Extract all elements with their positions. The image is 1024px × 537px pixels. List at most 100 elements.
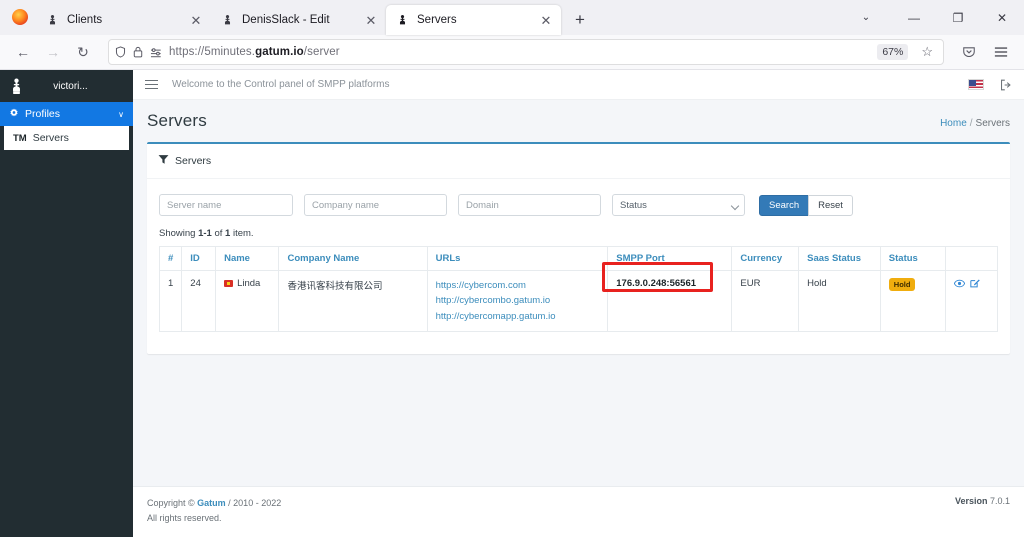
- panel-title: Servers: [175, 155, 212, 167]
- avatar: [6, 74, 26, 98]
- sidebar-user[interactable]: victori...: [0, 70, 133, 102]
- cell-status: Hold: [879, 269, 947, 333]
- shield-icon[interactable]: [115, 46, 126, 58]
- cell-currency: EUR: [731, 269, 800, 333]
- main-content: Welcome to the Control panel of SMPP pla…: [133, 70, 1024, 537]
- edit-icon[interactable]: [970, 278, 980, 288]
- url-domain: gatum.io: [255, 46, 304, 58]
- tab-label: Clients: [67, 14, 103, 26]
- cn-flag-icon: [224, 279, 234, 287]
- logout-icon[interactable]: [1000, 79, 1012, 91]
- status-select[interactable]: Status: [612, 194, 745, 216]
- permissions-icon[interactable]: [150, 47, 162, 58]
- servers-panel: Servers Status Search Res: [147, 142, 1010, 355]
- tab-close-icon[interactable]: ✕: [537, 11, 555, 29]
- sidebar-username: victori...: [53, 80, 88, 92]
- new-tab-button[interactable]: +: [567, 7, 593, 33]
- url-link[interactable]: https://cybercom.com: [436, 278, 600, 293]
- breadcrumb-separator: /: [969, 118, 973, 129]
- browser-tab-clients[interactable]: Clients ✕: [36, 5, 211, 35]
- window-maximize-button[interactable]: ❐: [936, 0, 980, 35]
- gatum-link[interactable]: Gatum: [197, 498, 226, 508]
- servers-icon: [158, 152, 169, 170]
- column-header-saas-status[interactable]: Saas Status: [798, 246, 881, 271]
- breadcrumb-home-link[interactable]: Home: [940, 118, 967, 129]
- servers-table: # ID Name Company Name URLs SMPP Port Cu…: [158, 246, 998, 333]
- cell-name: Linda: [215, 269, 280, 333]
- copyright-prefix: Copyright ©: [147, 497, 198, 508]
- column-header-id[interactable]: ID: [181, 246, 217, 271]
- showing-range: 1-1: [198, 228, 212, 239]
- app-topbar: Welcome to the Control panel of SMPP pla…: [133, 70, 1024, 100]
- welcome-text: Welcome to the Control panel of SMPP pla…: [172, 79, 390, 90]
- browser-tab-denisslack[interactable]: DenisSlack - Edit ✕: [211, 5, 386, 35]
- column-header-number[interactable]: #: [158, 246, 183, 271]
- table-row[interactable]: 1 24 Linda 香港讯客科技有限公司 https://cybercom.c…: [158, 262, 998, 333]
- url-bar[interactable]: https://5minutes.gatum.io/server 67% ☆: [108, 39, 944, 65]
- tab-close-icon[interactable]: ✕: [362, 11, 380, 29]
- view-icon[interactable]: [954, 279, 966, 288]
- column-header-smpp-port[interactable]: SMPP Port: [607, 246, 733, 271]
- us-flag-icon[interactable]: [968, 79, 984, 90]
- status-select-wrapper: Status: [612, 194, 745, 216]
- sidebar-subitem-prefix: TM: [13, 132, 27, 144]
- cell-actions: [945, 269, 998, 333]
- sidebar-item-servers[interactable]: TM Servers: [4, 126, 129, 150]
- forward-button[interactable]: →: [38, 38, 68, 66]
- url-text[interactable]: https://5minutes.gatum.io/server: [169, 46, 870, 58]
- menu-toggle-icon[interactable]: [145, 79, 158, 90]
- breadcrumb: Home / Servers: [940, 118, 1010, 129]
- column-header-status[interactable]: Status: [879, 246, 947, 271]
- tab-list-chevron-icon[interactable]: ⌄: [840, 0, 892, 35]
- navbar-right-actions: [954, 38, 1016, 66]
- tab-close-icon[interactable]: ✕: [187, 11, 205, 29]
- copyright-years: / 2010 - 2022: [225, 497, 282, 508]
- cell-company: 香港讯客科技有限公司: [278, 269, 428, 333]
- page-header: Servers Home / Servers: [133, 100, 1024, 131]
- page-title: Servers: [147, 111, 207, 130]
- reload-button[interactable]: ↻: [68, 38, 98, 66]
- back-button[interactable]: ←: [8, 38, 38, 66]
- tab-label: Servers: [417, 14, 457, 26]
- sidebar: victori... Profiles ∨ TM Servers: [0, 70, 133, 537]
- bookmark-star-icon[interactable]: ☆: [917, 44, 937, 60]
- app-menu-button[interactable]: [986, 38, 1016, 66]
- company-name-input[interactable]: [304, 194, 447, 216]
- browser-tab-servers[interactable]: Servers ✕: [386, 5, 561, 35]
- row-actions: [954, 278, 989, 288]
- site-favicon-icon: [396, 14, 409, 27]
- column-header-company-name[interactable]: Company Name: [278, 246, 428, 271]
- page-footer: Copyright © Gatum / 2010 - 2022 All righ…: [133, 485, 1024, 537]
- footer-version: Version 7.0.1: [955, 496, 1010, 506]
- version-label: Version: [954, 495, 988, 506]
- cell-name-text: Linda: [237, 278, 261, 289]
- table-body: 1 24 Linda 香港讯客科技有限公司 https://cybercom.c…: [158, 262, 998, 333]
- chevron-down-icon: ∨: [118, 109, 124, 119]
- reset-button[interactable]: Reset: [808, 194, 853, 216]
- cell-id: 24: [181, 269, 217, 333]
- filter-buttons: Search Reset: [759, 194, 853, 216]
- window-close-button[interactable]: ✕: [980, 0, 1024, 35]
- showing-suffix: item.: [230, 228, 254, 239]
- lock-icon[interactable]: [133, 46, 143, 58]
- search-button[interactable]: Search: [759, 194, 810, 216]
- sidebar-item-profiles[interactable]: Profiles ∨: [0, 102, 133, 126]
- panel-header: Servers: [147, 144, 1010, 179]
- column-header-currency[interactable]: Currency: [731, 246, 800, 271]
- site-favicon-icon: [46, 14, 59, 27]
- domain-input[interactable]: [458, 194, 601, 216]
- window-minimize-button[interactable]: —: [892, 0, 936, 35]
- pocket-icon[interactable]: [954, 38, 984, 66]
- footer-copyright: Copyright © Gatum / 2010 - 2022 All righ…: [147, 496, 281, 528]
- column-header-actions: [945, 246, 998, 271]
- browser-navbar: ← → ↻ https://5minutes.gatum.io/server 6…: [0, 35, 1024, 70]
- tab-label: DenisSlack - Edit: [242, 14, 330, 26]
- zoom-level-indicator[interactable]: 67%: [877, 44, 909, 60]
- url-suffix: /server: [303, 46, 340, 58]
- column-header-urls[interactable]: URLs: [426, 246, 609, 271]
- url-link[interactable]: http://cybercomapp.gatum.io: [436, 309, 600, 324]
- column-header-name[interactable]: Name: [215, 246, 280, 271]
- url-link[interactable]: http://cybercombo.gatum.io: [436, 293, 600, 308]
- server-name-input[interactable]: [159, 194, 293, 216]
- gear-icon: [9, 108, 19, 121]
